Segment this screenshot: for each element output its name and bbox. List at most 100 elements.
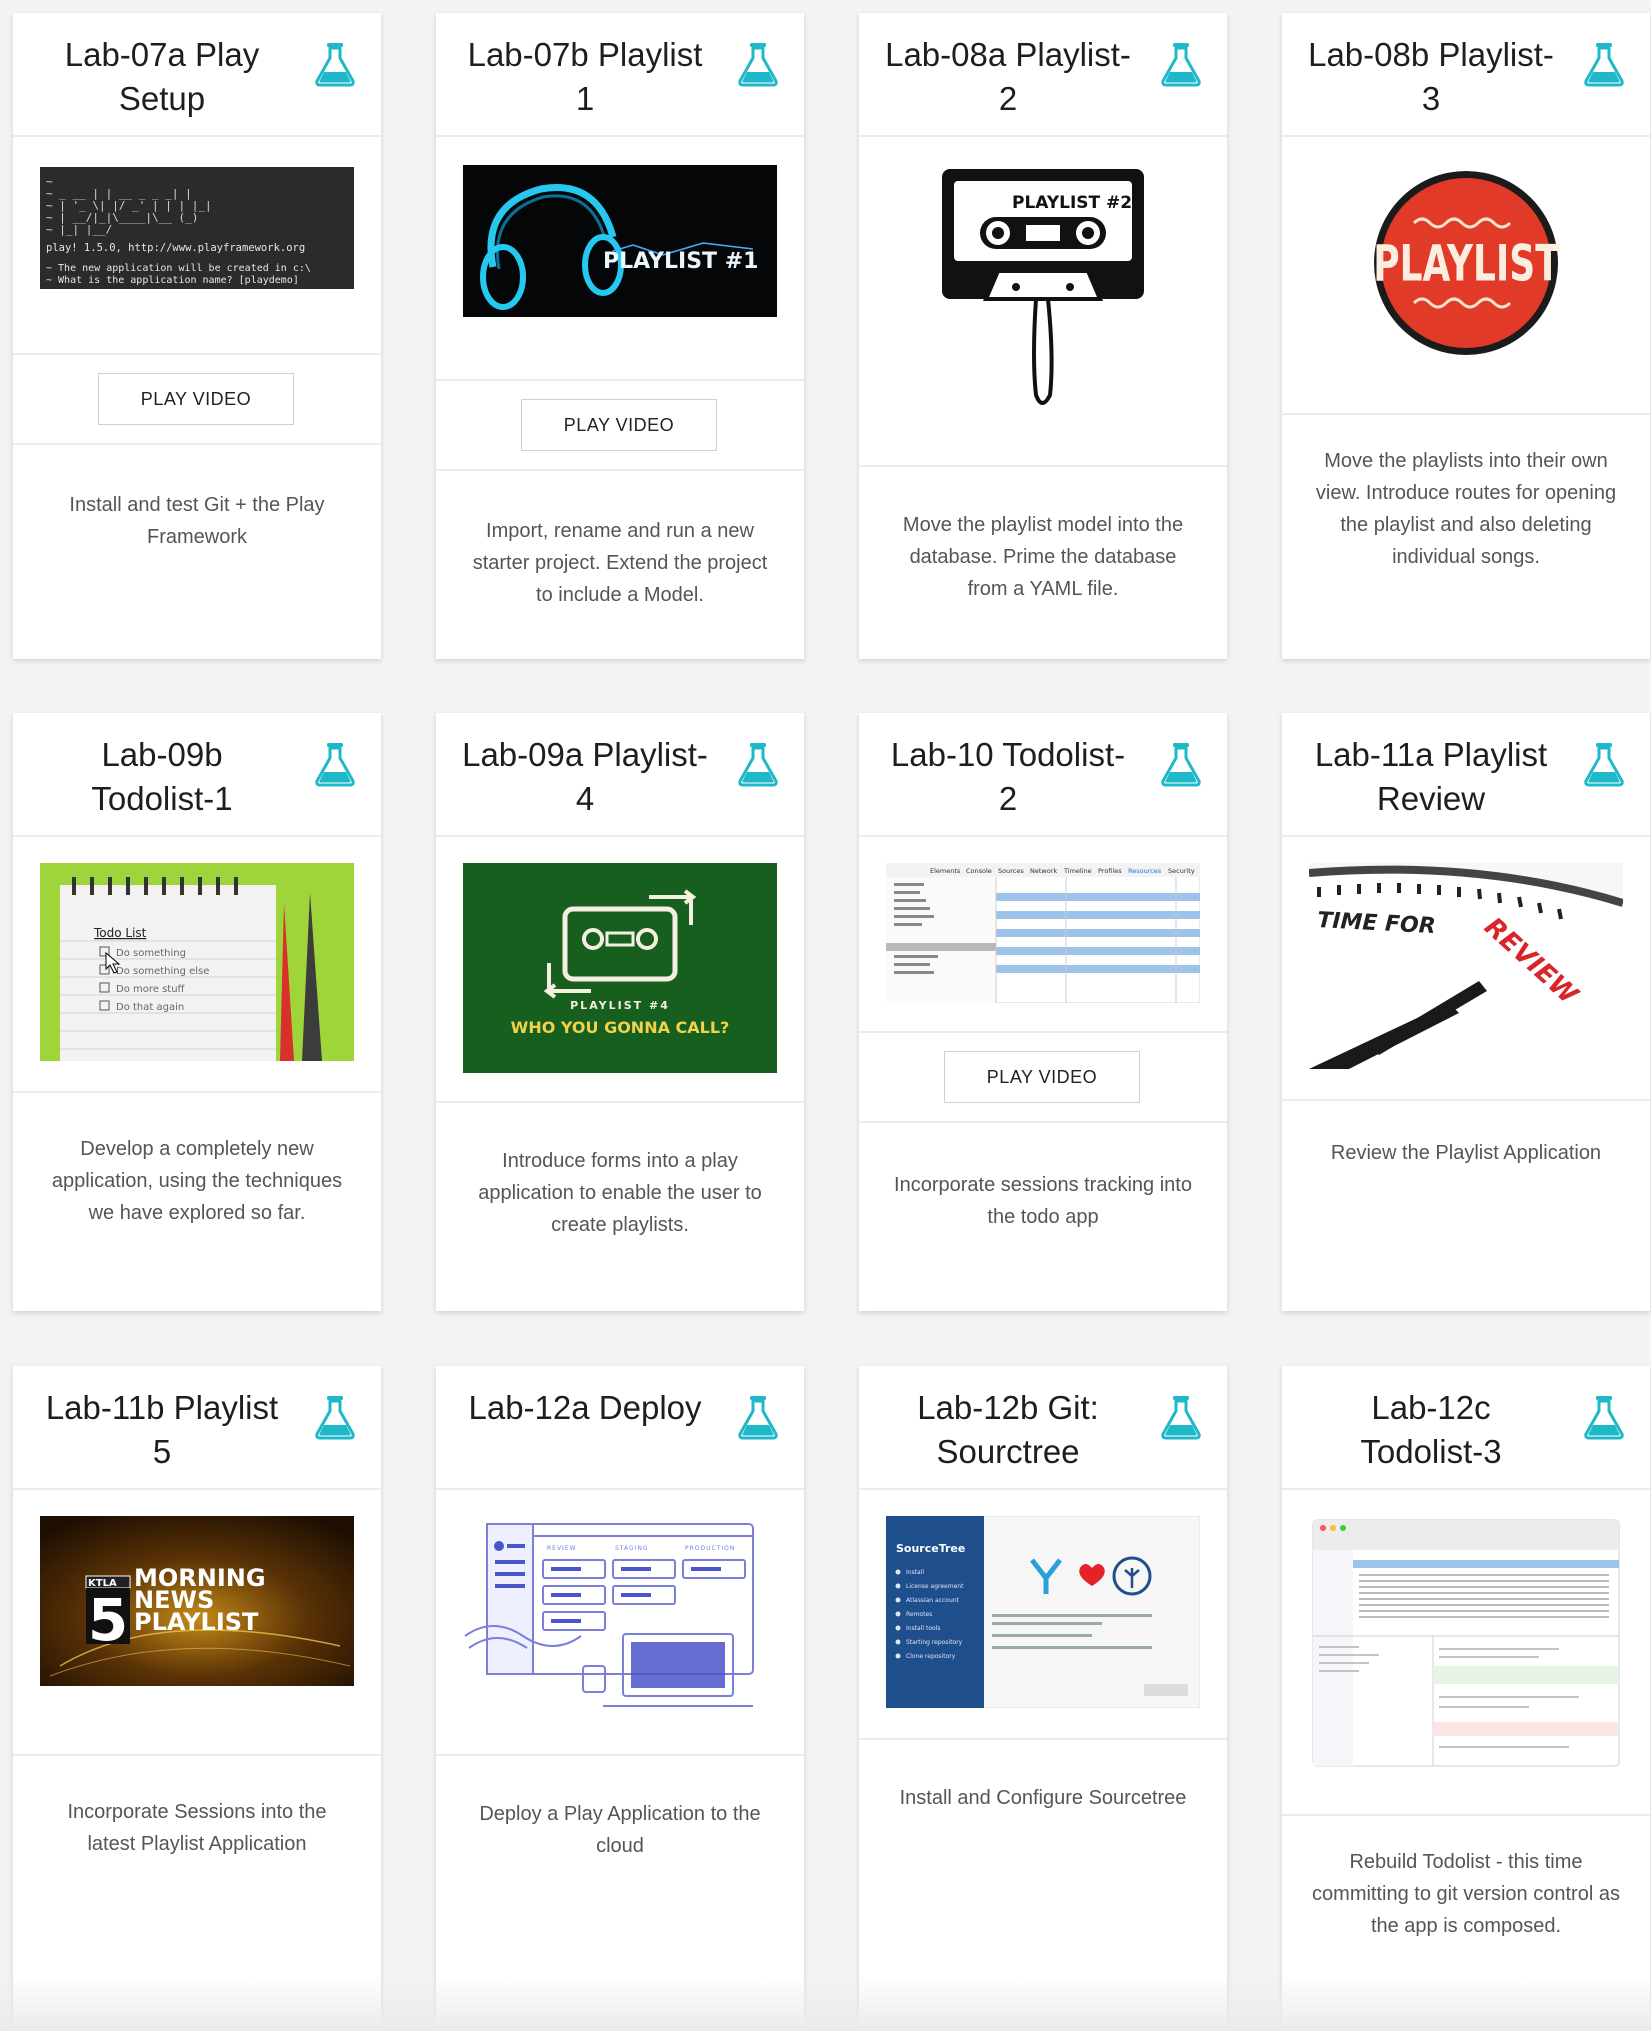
sourcetree-app-thumbnail[interactable] bbox=[1309, 1516, 1623, 1770]
play-video-button[interactable]: PLAY VIDEO bbox=[521, 399, 717, 451]
card-image: PLAYLIST #2 bbox=[859, 137, 1227, 467]
flask-icon bbox=[738, 1396, 778, 1440]
devtools-thumbnail[interactable]: Elements Console Sources Network Timelin… bbox=[886, 863, 1200, 1003]
card-title[interactable]: Lab-10 Todolist-2 bbox=[883, 733, 1133, 821]
card-header: Lab-12b Git: Sourctree bbox=[859, 1366, 1227, 1490]
thumbnail-text: PLAYLIST bbox=[1373, 236, 1560, 293]
card-title[interactable]: Lab-12b Git: Sourctree bbox=[883, 1386, 1133, 1474]
card-title[interactable]: Lab-08a Playlist-2 bbox=[883, 33, 1133, 121]
thumbnail-text: PRODUCTION bbox=[685, 1545, 735, 1552]
cassette-green-thumbnail[interactable]: PLAYLIST #4 WHO YOU GONNA CALL? bbox=[463, 863, 777, 1073]
card-description: Import, rename and run a new starter pro… bbox=[472, 520, 768, 606]
card-image: PLAYLIST #4 WHO YOU GONNA CALL? bbox=[436, 837, 804, 1103]
thumbnail-text: PLAYLIST #2 bbox=[1012, 193, 1132, 213]
card-title[interactable]: Lab-07a Play Setup bbox=[37, 33, 287, 121]
sourcetree-thumbnail[interactable]: SourceTree Install License agreement Atl… bbox=[886, 1516, 1200, 1708]
card-header: Lab-07b Playlist 1 bbox=[436, 13, 804, 137]
lab-card: Lab-12b Git: Sourctree SourceTree Instal… bbox=[859, 1366, 1227, 2031]
lab-card: Lab-08a Playlist-2 PLAYLIST #2 Move the … bbox=[859, 13, 1227, 659]
card-image: PLAYLIST #1 bbox=[436, 137, 804, 381]
devtools-tab: Resources bbox=[1128, 867, 1162, 875]
playlist-badge-thumbnail[interactable]: PLAYLIST bbox=[1309, 163, 1623, 363]
flask-icon bbox=[738, 743, 778, 787]
page-bottom-fade bbox=[0, 1975, 1651, 2031]
card-header: Lab-08b Playlist-3 bbox=[1282, 13, 1650, 137]
terminal-thumbnail[interactable]: ~ ~ _ __ | | __ _ _ _| | ~ | '_ \| |/ _'… bbox=[40, 167, 354, 289]
lab-card: Lab-12c Todolist-3 Rebuild Todolist - th… bbox=[1282, 1366, 1650, 2031]
card-description: Install and test Git + the Play Framewor… bbox=[69, 494, 325, 548]
card-image: Todo List Do something Do something else… bbox=[13, 837, 381, 1093]
card-title[interactable]: Lab-11b Playlist 5 bbox=[37, 1386, 287, 1474]
deploy-thumbnail[interactable]: REVIEW STAGING PRODUCTION bbox=[463, 1516, 777, 1716]
lab-card: Lab-11a Playlist Review TIME FOR REVIEW … bbox=[1282, 713, 1650, 1311]
thumbnail-text: PLAYLIST #1 bbox=[603, 249, 758, 274]
thumbnail-text: Atlassian account bbox=[906, 1597, 960, 1604]
terminal-line: play! 1.5.0, http://www.playframework.or… bbox=[46, 242, 305, 254]
thumbnail-text: Todo List bbox=[93, 926, 147, 940]
card-description: Move the playlist model into the databas… bbox=[902, 514, 1184, 600]
lab-card: Lab-12a Deploy REVIEW STAGING PRODUCTION… bbox=[436, 1366, 804, 2031]
lab-card: Lab-11b Playlist 5 KTLA 5 MORNING NEWS P… bbox=[13, 1366, 381, 2031]
card-header: Lab-09b Todolist-1 bbox=[13, 713, 381, 837]
thumbnail-text: Install bbox=[906, 1569, 924, 1576]
card-title[interactable]: Lab-08b Playlist-3 bbox=[1306, 33, 1556, 121]
svg-text:~ |_| |__/: ~ |_| |__/ bbox=[46, 223, 112, 236]
thumbnail-text: 5 bbox=[88, 1586, 128, 1654]
card-description: Incorporate sessions tracking into the t… bbox=[894, 1174, 1192, 1228]
notepad-thumbnail[interactable]: Todo List Do something Do something else… bbox=[40, 863, 354, 1061]
card-image: PLAYLIST bbox=[1282, 137, 1650, 415]
flask-icon bbox=[315, 43, 355, 87]
lab-card: Lab-09a Playlist-4 PLAYLIST #4 WHO YOU G… bbox=[436, 713, 804, 1311]
card-description: Rebuild Todolist - this time committing … bbox=[1312, 1851, 1620, 1937]
thumbnail-text: Remotes bbox=[906, 1611, 932, 1618]
card-description: Develop a completely new application, us… bbox=[51, 1138, 343, 1224]
card-title[interactable]: Lab-12c Todolist-3 bbox=[1306, 1386, 1556, 1474]
card-image: SourceTree Install License agreement Atl… bbox=[859, 1490, 1227, 1740]
card-image: REVIEW STAGING PRODUCTION bbox=[436, 1490, 804, 1756]
card-title[interactable]: Lab-12a Deploy bbox=[460, 1386, 710, 1430]
thumbnail-text: Do something else bbox=[116, 966, 209, 977]
thumbnail-text: Install tools bbox=[906, 1625, 940, 1632]
card-title[interactable]: Lab-09a Playlist-4 bbox=[460, 733, 710, 821]
play-video-button[interactable]: PLAY VIDEO bbox=[98, 373, 294, 425]
thumbnail-text: SourceTree bbox=[896, 1542, 965, 1555]
card-image bbox=[1282, 1490, 1650, 1816]
card-action: PLAY VIDEO bbox=[436, 381, 804, 471]
thumbnail-text: License agreement bbox=[906, 1583, 964, 1590]
lab-card: Lab-09b Todolist-1 Todo List Do somethin… bbox=[13, 713, 381, 1311]
flask-icon bbox=[315, 1396, 355, 1440]
lab-card: Lab-07b Playlist 1 PLAYLIST #1 PLAY VIDE… bbox=[436, 13, 804, 659]
thumbnail-text: REVIEW bbox=[547, 1545, 577, 1552]
thumbnail-text: Starting repository bbox=[906, 1639, 963, 1646]
flask-icon bbox=[738, 43, 778, 87]
flask-icon bbox=[1584, 743, 1624, 787]
thumbnail-text: PLAYLIST #4 bbox=[570, 999, 670, 1012]
devtools-tab: Elements bbox=[930, 867, 961, 875]
cassette-thumbnail[interactable]: PLAYLIST #2 bbox=[886, 159, 1200, 423]
devtools-tab: Console bbox=[966, 867, 992, 875]
thumbnail-text: Clone repository bbox=[906, 1653, 956, 1660]
card-description: Move the playlists into their own view. … bbox=[1315, 450, 1617, 568]
lab-card: Lab-08b Playlist-3 PLAYLIST Move the pla… bbox=[1282, 13, 1650, 659]
play-video-button[interactable]: PLAY VIDEO bbox=[944, 1051, 1140, 1103]
headphones-thumbnail[interactable]: PLAYLIST #1 bbox=[463, 165, 777, 317]
card-description: Deploy a Play Application to the cloud bbox=[479, 1803, 761, 1857]
card-description: Review the Playlist Application bbox=[1330, 1142, 1602, 1164]
thumbnail-text: WHO YOU GONNA CALL? bbox=[511, 1018, 730, 1037]
card-header: Lab-12a Deploy bbox=[436, 1366, 804, 1490]
ktla-thumbnail[interactable]: KTLA 5 MORNING NEWS PLAYLIST bbox=[40, 1516, 354, 1686]
card-image: KTLA 5 MORNING NEWS PLAYLIST bbox=[13, 1490, 381, 1756]
card-image: ~ ~ _ __ | | __ _ _ _| | ~ | '_ \| |/ _'… bbox=[13, 137, 381, 355]
card-title[interactable]: Lab-09b Todolist-1 bbox=[37, 733, 287, 821]
flask-icon bbox=[315, 743, 355, 787]
card-header: Lab-08a Playlist-2 bbox=[859, 13, 1227, 137]
card-title[interactable]: Lab-11a Playlist Review bbox=[1306, 733, 1556, 821]
card-header: Lab-07a Play Setup bbox=[13, 13, 381, 137]
thumbnail-text: Do more stuff bbox=[116, 984, 186, 995]
thumbnail-text: STAGING bbox=[615, 1545, 649, 1552]
card-header: Lab-12c Todolist-3 bbox=[1282, 1366, 1650, 1490]
terminal-line: ~ The new application will be created in… bbox=[46, 263, 311, 274]
clock-thumbnail[interactable]: TIME FOR REVIEW bbox=[1309, 863, 1623, 1069]
card-image: TIME FOR REVIEW bbox=[1282, 837, 1650, 1101]
card-title[interactable]: Lab-07b Playlist 1 bbox=[460, 33, 710, 121]
